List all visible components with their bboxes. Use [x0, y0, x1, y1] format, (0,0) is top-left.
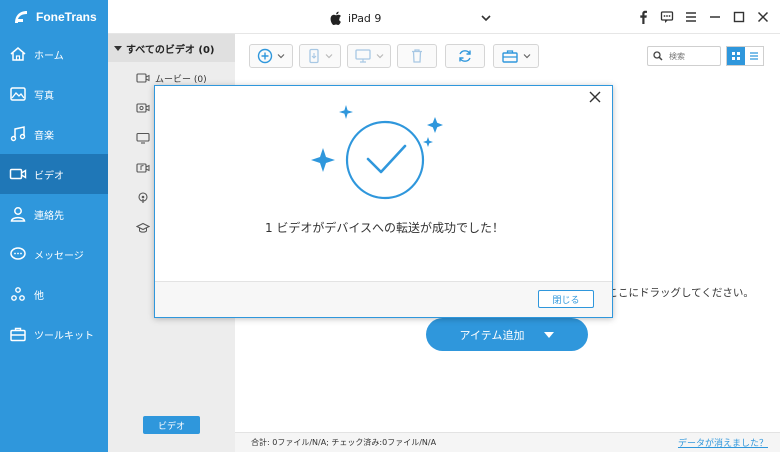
sidebar-item-photos[interactable]: 写真	[0, 74, 108, 114]
toolbar	[235, 34, 780, 78]
data-lost-link[interactable]: データが消えました？	[678, 436, 768, 449]
sidebar-item-label: ツールキット	[34, 330, 94, 342]
chevron-down-icon	[277, 54, 285, 59]
facebook-icon[interactable]	[634, 8, 652, 26]
app-name: FoneTrans	[36, 10, 97, 24]
status-summary: 合計: 0ファイル/N/A; チェック済み:0ファイル/N/A	[251, 438, 437, 447]
search-input[interactable]	[669, 51, 719, 61]
success-check-icon	[311, 105, 443, 200]
menu-icon[interactable]	[682, 8, 700, 26]
sidebar-item-music[interactable]: 音楽	[0, 114, 108, 154]
grid-view-button[interactable]	[727, 47, 745, 65]
photo-icon	[8, 84, 28, 104]
search-icon	[653, 51, 663, 61]
drop-hint: をここにドラッグしてください。	[597, 287, 754, 299]
device-name: iPad 9	[348, 11, 382, 25]
device-selector[interactable]: iPad 9	[330, 9, 492, 27]
maximize-icon[interactable]	[730, 8, 748, 26]
refresh-icon	[459, 50, 471, 62]
chevron-down-icon	[325, 54, 333, 59]
video-tag[interactable]: ビデオ	[143, 416, 200, 434]
feedback-icon[interactable]	[658, 8, 676, 26]
toolbox-icon	[502, 50, 518, 63]
export-device-button[interactable]	[299, 44, 341, 68]
sidebar-item-label: 写真	[34, 90, 54, 102]
other-icon	[8, 284, 28, 304]
chevron-down-icon	[481, 15, 491, 22]
sidebar-item-messages[interactable]: メッセージ	[0, 234, 108, 274]
view-toggle	[726, 46, 764, 66]
dialog-footer: 閉じる	[155, 281, 612, 317]
music-icon	[8, 124, 28, 144]
brand: FoneTrans	[0, 0, 108, 34]
sidebar-item-label: メッセージ	[34, 250, 84, 262]
video-icon	[8, 164, 28, 184]
toolbox-button[interactable]	[493, 44, 539, 68]
pc-export-icon	[355, 49, 371, 63]
close-window-icon[interactable]	[754, 8, 772, 26]
delete-button[interactable]	[397, 44, 437, 68]
sidebar-item-label: 連絡先	[34, 210, 64, 222]
sidebar-item-home[interactable]: ホーム	[0, 34, 108, 74]
movie-icon	[136, 73, 150, 83]
transfer-success-dialog: 1 ビデオがデバイスへの転送が成功でした！ 閉じる	[154, 85, 613, 318]
phone-export-icon	[309, 48, 319, 64]
sidebar-item-other[interactable]: 他	[0, 274, 108, 314]
add-icon	[257, 48, 273, 64]
toolkit-icon	[8, 324, 28, 344]
fonetrans-logo-icon	[15, 11, 27, 23]
search-box[interactable]	[647, 46, 721, 66]
add-button[interactable]	[249, 44, 293, 68]
trash-icon	[412, 49, 422, 63]
dropdown-arrow-icon	[544, 331, 555, 338]
category-header[interactable]: すべてのビデオ (0)	[108, 34, 235, 62]
close-dialog-button[interactable]: 閉じる	[538, 290, 594, 308]
home-icon	[8, 44, 28, 64]
list-view-button[interactable]	[745, 47, 763, 65]
sidebar-item-contacts[interactable]: 連絡先	[0, 194, 108, 234]
itunes-u-icon	[136, 222, 150, 233]
apple-icon	[330, 11, 341, 25]
add-item-label: アイテム追加	[459, 328, 525, 342]
message-icon	[8, 244, 28, 264]
contacts-icon	[8, 204, 28, 224]
sidebar: ホーム 写真 音楽 ビデオ 連絡先 メッセージ 他 ツールキット	[0, 34, 108, 452]
chevron-down-icon	[376, 54, 384, 59]
title-bar: FoneTrans iPad 9	[0, 0, 780, 34]
music-video-icon	[136, 163, 150, 173]
list-icon	[750, 52, 758, 60]
add-item-button[interactable]: アイテム追加	[426, 318, 588, 351]
sidebar-item-label: 他	[34, 290, 44, 302]
sidebar-item-label: ホーム	[34, 50, 64, 62]
sidebar-item-video[interactable]: ビデオ	[0, 154, 108, 194]
sidebar-item-label: 音楽	[34, 130, 54, 142]
sidebar-item-toolkit[interactable]: ツールキット	[0, 314, 108, 354]
window-controls	[634, 8, 772, 26]
tv-show-icon	[136, 132, 150, 144]
refresh-button[interactable]	[445, 44, 485, 68]
close-icon[interactable]	[588, 90, 602, 104]
sidebar-item-label: ビデオ	[34, 170, 64, 182]
podcast-icon	[138, 192, 148, 203]
export-pc-button[interactable]	[347, 44, 391, 68]
success-message: 1 ビデオがデバイスへの転送が成功でした！	[264, 221, 505, 235]
status-bar: 合計: 0ファイル/N/A; チェック済み:0ファイル/N/A データが消えまし…	[235, 432, 780, 452]
category-movies-label: ムービー (0)	[155, 74, 207, 85]
grid-icon	[732, 52, 740, 60]
chevron-down-icon	[523, 54, 531, 59]
home-video-icon	[136, 103, 150, 113]
minimize-icon[interactable]	[706, 8, 724, 26]
category-header-label: すべてのビデオ (0)	[126, 44, 215, 56]
expand-triangle-icon	[114, 45, 122, 51]
